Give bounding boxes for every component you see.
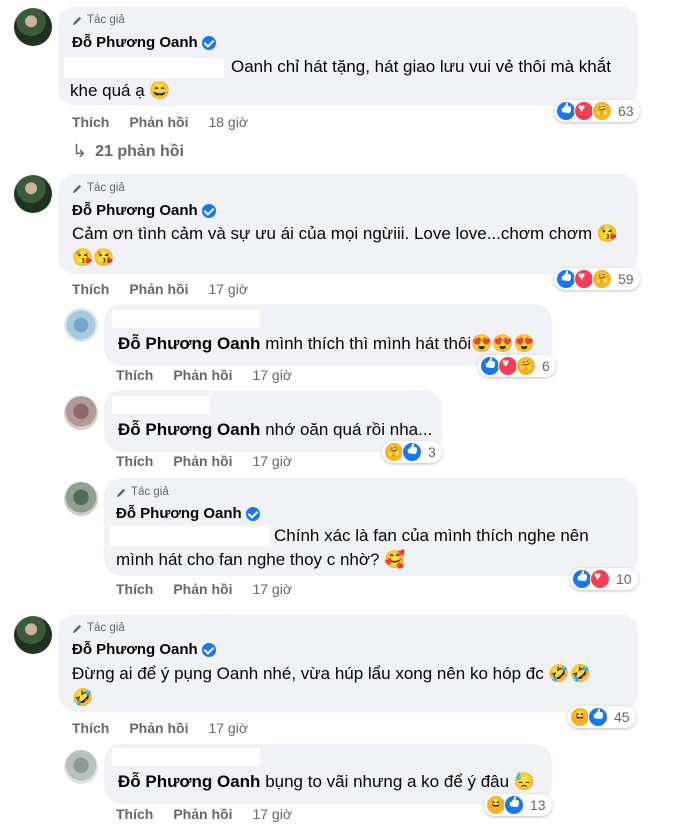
verified-badge-icon bbox=[201, 642, 216, 657]
reaction-summary[interactable]: 45 bbox=[568, 706, 636, 728]
comment-actions: Thích Phản hồi 17 giờ bbox=[72, 281, 248, 297]
redacted-name bbox=[112, 748, 260, 766]
author-badge: Tác giả bbox=[72, 622, 125, 634]
pencil-icon bbox=[116, 488, 126, 497]
verified-badge-icon bbox=[245, 506, 260, 521]
comment-actions: Thích Phản hồi 17 giờ bbox=[116, 367, 292, 383]
reply-button[interactable]: Phản hồi bbox=[129, 720, 188, 736]
mentioned-user[interactable]: Đỗ Phương Oanh bbox=[118, 772, 260, 791]
avatar[interactable] bbox=[64, 750, 98, 784]
reaction-summary[interactable]: 6 bbox=[478, 355, 556, 377]
avatar[interactable] bbox=[64, 396, 98, 430]
comment-text: Chính xác là fan của mình thích nghe nên bbox=[274, 526, 589, 545]
like-reaction-icon bbox=[556, 269, 576, 289]
like-reaction-icon bbox=[588, 707, 608, 727]
comment-author[interactable]: Đỗ Phương Oanh bbox=[72, 641, 216, 658]
avatar[interactable] bbox=[14, 616, 52, 654]
redacted-name bbox=[112, 396, 210, 414]
view-replies-link[interactable]: ↳ 21 phản hồi bbox=[72, 141, 184, 162]
like-button[interactable]: Thích bbox=[116, 453, 153, 469]
timestamp[interactable]: 17 giờ bbox=[208, 720, 248, 736]
like-button[interactable]: Thích bbox=[116, 367, 153, 383]
pencil-icon bbox=[72, 16, 82, 25]
love-reaction-icon bbox=[574, 101, 594, 121]
comment-actions: Thích Phản hồi 18 giờ bbox=[72, 114, 248, 130]
care-reaction-icon bbox=[516, 356, 536, 376]
comment-author[interactable]: Đỗ Phương Oanh bbox=[116, 505, 260, 522]
like-reaction-icon bbox=[402, 442, 422, 462]
reply-text: Đỗ Phương Oanh nhớ oăn quá rồi nha... bbox=[118, 420, 433, 439]
reply-button[interactable]: Phản hồi bbox=[173, 806, 232, 822]
avatar[interactable] bbox=[64, 482, 98, 516]
pencil-icon bbox=[72, 624, 82, 633]
reply-text: Đỗ Phương Oanh mình thích thì mình hát t… bbox=[118, 334, 535, 353]
author-badge: Tác giả bbox=[72, 182, 125, 194]
reply-button[interactable]: Phản hồi bbox=[173, 453, 232, 469]
love-reaction-icon bbox=[590, 569, 610, 589]
timestamp[interactable]: 17 giờ bbox=[252, 581, 292, 597]
comment-author[interactable]: Đỗ Phương Oanh bbox=[72, 202, 216, 219]
comment-text: Oanh chỉ hát tặng, hát giao lưu vui vẻ t… bbox=[231, 57, 611, 76]
like-button[interactable]: Thích bbox=[116, 806, 153, 822]
avatar[interactable] bbox=[14, 175, 52, 213]
reaction-summary[interactable]: 3 bbox=[382, 441, 442, 463]
comment-actions: Thích Phản hồi 17 giờ bbox=[116, 806, 292, 822]
comment-actions: Thích Phản hồi 17 giờ bbox=[116, 581, 292, 597]
comment-text-cont: mình hát cho fan nghe thoy c nhờ? 🥰 bbox=[116, 550, 406, 569]
like-reaction-icon bbox=[572, 569, 592, 589]
mentioned-user[interactable]: Đỗ Phương Oanh bbox=[118, 420, 260, 439]
comment-text-cont: khe quá ạ 😄 bbox=[70, 81, 171, 100]
verified-badge-icon bbox=[201, 203, 216, 218]
author-badge: Tác giả bbox=[72, 14, 125, 26]
reaction-summary[interactable]: 63 bbox=[554, 100, 640, 122]
like-button[interactable]: Thích bbox=[72, 281, 109, 297]
comment-text: Cảm ơn tình cảm và sự ưu ái của mọi ngừi… bbox=[72, 224, 619, 243]
timestamp[interactable]: 17 giờ bbox=[252, 453, 292, 469]
reaction-summary[interactable]: 13 bbox=[484, 794, 552, 816]
reaction-summary[interactable]: 59 bbox=[554, 268, 640, 290]
comment-author[interactable]: Đỗ Phương Oanh bbox=[72, 34, 216, 51]
reply-button[interactable]: Phản hồi bbox=[173, 367, 232, 383]
reply-button[interactable]: Phản hồi bbox=[129, 281, 188, 297]
verified-badge-icon bbox=[201, 35, 216, 50]
mentioned-user[interactable]: Đỗ Phương Oanh bbox=[118, 334, 260, 353]
care-reaction-icon bbox=[384, 442, 404, 462]
avatar[interactable] bbox=[14, 8, 52, 46]
redacted-mention bbox=[110, 526, 270, 546]
reaction-summary[interactable]: 10 bbox=[570, 568, 638, 590]
like-reaction-icon bbox=[480, 356, 500, 376]
reply-button[interactable]: Phản hồi bbox=[173, 581, 232, 597]
like-button[interactable]: Thích bbox=[72, 114, 109, 130]
timestamp[interactable]: 17 giờ bbox=[252, 806, 292, 822]
like-button[interactable]: Thích bbox=[72, 720, 109, 736]
care-reaction-icon bbox=[592, 269, 612, 289]
comment-text: Đừng ai để ý pụng Oanh nhé, vừa húp lẩu … bbox=[72, 664, 591, 683]
reply-text: Đỗ Phương Oanh bụng to vãi nhưng a ko để… bbox=[118, 772, 535, 791]
like-reaction-icon bbox=[504, 795, 524, 815]
timestamp[interactable]: 17 giờ bbox=[208, 281, 248, 297]
like-reaction-icon bbox=[556, 101, 576, 121]
avatar[interactable] bbox=[64, 308, 98, 342]
comment-text-cont: 🤣 bbox=[72, 688, 94, 707]
timestamp[interactable]: 18 giờ bbox=[208, 114, 248, 130]
comment-actions: Thích Phản hồi 17 giờ bbox=[116, 453, 292, 469]
redacted-mention bbox=[64, 58, 224, 78]
love-reaction-icon bbox=[498, 356, 518, 376]
love-reaction-icon bbox=[574, 269, 594, 289]
like-button[interactable]: Thích bbox=[116, 581, 153, 597]
author-badge: Tác giả bbox=[116, 486, 169, 498]
redacted-name bbox=[112, 310, 260, 328]
haha-reaction-icon bbox=[570, 707, 590, 727]
reply-button[interactable]: Phản hồi bbox=[129, 114, 188, 130]
haha-reaction-icon bbox=[486, 795, 506, 815]
comment-actions: Thích Phản hồi 17 giờ bbox=[72, 720, 248, 736]
pencil-icon bbox=[72, 184, 82, 193]
care-reaction-icon bbox=[592, 101, 612, 121]
timestamp[interactable]: 17 giờ bbox=[252, 367, 292, 383]
comment-text-cont: 😘😘 bbox=[72, 248, 115, 267]
reply-arrow-icon: ↳ bbox=[72, 141, 88, 161]
